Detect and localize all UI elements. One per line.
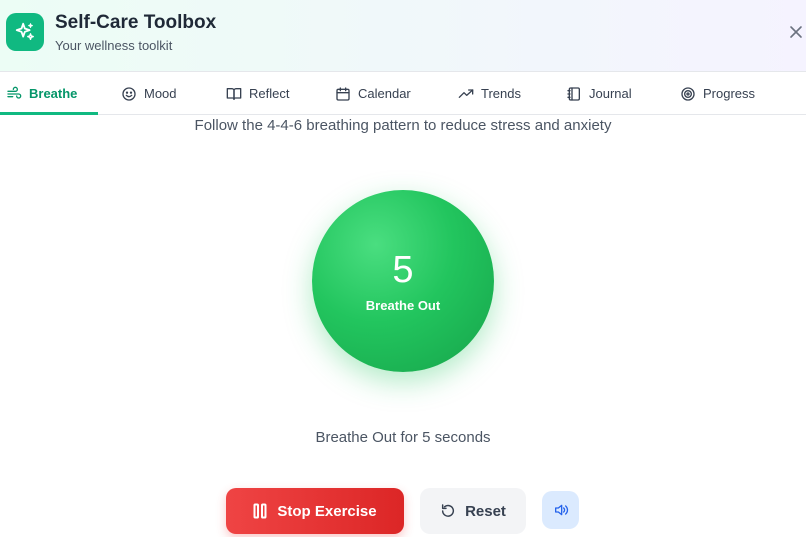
tab-label: Journal	[589, 86, 632, 101]
tab-label: Calendar	[358, 86, 411, 101]
countdown-number: 5	[392, 249, 414, 291]
tab-mood[interactable]: Mood	[121, 72, 177, 115]
sparkles-icon	[6, 13, 44, 51]
rotate-ccw-icon	[441, 504, 455, 517]
tab-journal[interactable]: Journal	[566, 72, 632, 115]
book-open-icon	[226, 87, 242, 100]
tab-label: Reflect	[249, 86, 290, 101]
pause-icon	[253, 503, 267, 519]
tab-label: Trends	[481, 86, 521, 101]
close-button[interactable]	[786, 22, 806, 42]
sound-toggle-button[interactable]	[542, 491, 579, 529]
breathing-status: Breathe Out for 5 seconds	[315, 429, 491, 446]
breathing-instruction: Follow the 4-4-6 breathing pattern to re…	[194, 117, 612, 134]
wind-icon	[7, 86, 22, 99]
tab-calendar[interactable]: Calendar	[335, 72, 411, 115]
tab-trends[interactable]: Trends	[458, 72, 521, 115]
close-icon	[790, 26, 802, 38]
tab-reflect[interactable]: Reflect	[226, 72, 289, 115]
reset-label: Reset	[465, 502, 506, 520]
smile-icon	[122, 86, 136, 101]
tab-label: Progress	[703, 86, 756, 101]
tab-breathe[interactable]: Breathe	[6, 72, 77, 115]
active-tab-indicator	[0, 112, 98, 115]
breathing-phase: Breathe Out	[365, 298, 441, 313]
stop-exercise-label: Stop Exercise	[277, 502, 377, 520]
tab-bar: Breathe Mood Reflect Calendar Trends Jou…	[0, 72, 806, 115]
app-subtitle: Your wellness toolkit	[55, 38, 173, 53]
app-title: Self-Care Toolbox	[55, 12, 217, 33]
tab-label: Breathe	[29, 86, 78, 101]
tab-progress[interactable]: Progress	[680, 72, 755, 115]
calendar-icon	[336, 86, 350, 101]
notebook-icon	[567, 86, 580, 101]
breathing-circle: 5 Breathe Out	[312, 190, 494, 372]
volume-icon	[554, 504, 568, 516]
app-header: Self-Care Toolbox Your wellness toolkit	[0, 0, 806, 72]
target-icon	[681, 86, 695, 101]
tab-label: Mood	[144, 86, 177, 101]
reset-button[interactable]: Reset	[420, 488, 526, 534]
trending-up-icon	[458, 88, 474, 98]
stop-exercise-button[interactable]: Stop Exercise	[226, 488, 404, 534]
